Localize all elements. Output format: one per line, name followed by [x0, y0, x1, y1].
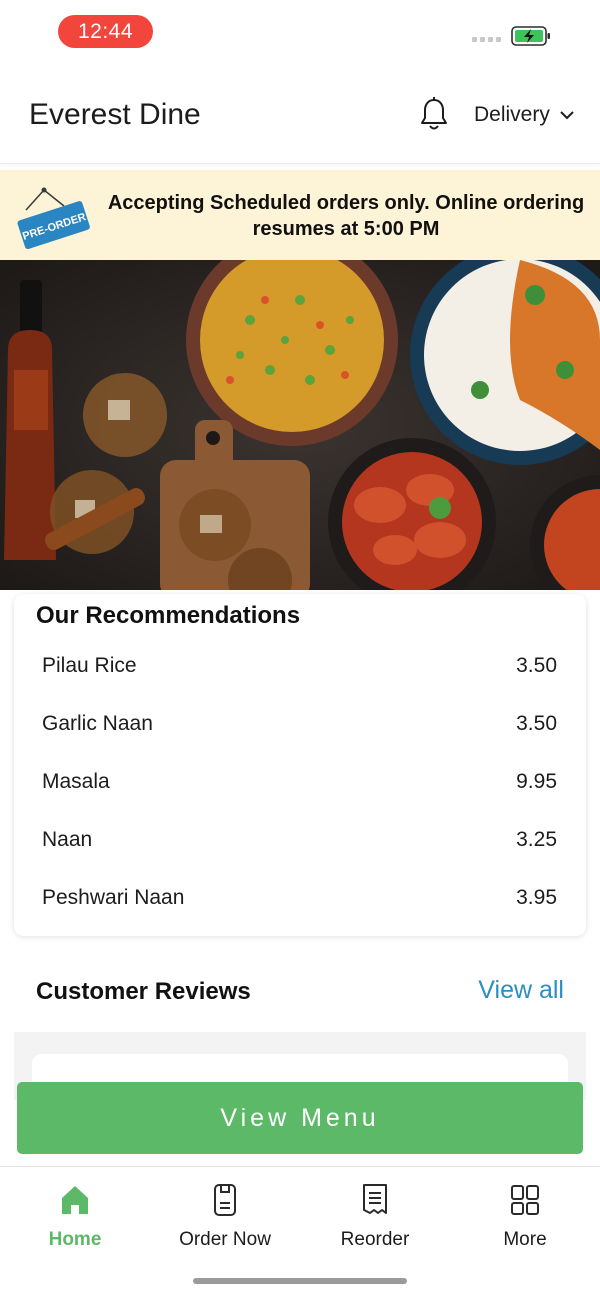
hero-food-illustration: [0, 260, 600, 590]
item-price: 3.95: [516, 886, 557, 909]
home-indicator: [193, 1278, 407, 1284]
chevron-down-icon[interactable]: [559, 109, 575, 121]
tab-reorder[interactable]: Reorder: [300, 1183, 450, 1263]
item-name: Masala: [42, 770, 110, 793]
recommendation-item-masala[interactable]: Masala 9.95: [14, 754, 586, 812]
recommendation-item-garlic-naan[interactable]: Garlic Naan 3.50: [14, 696, 586, 754]
tab-label: Home: [48, 1229, 102, 1250]
item-price: 3.50: [516, 712, 557, 735]
signal-icon: [472, 37, 501, 42]
tab-order-now[interactable]: Order Now: [150, 1183, 300, 1263]
reviews-header: Customer Reviews View all: [14, 950, 586, 1032]
status-bar: 12:44: [0, 0, 600, 62]
recommendation-item-pilau-rice[interactable]: Pilau Rice 3.50: [14, 638, 586, 696]
recommendation-item-peshwari-naan[interactable]: Peshwari Naan 3.95: [14, 870, 586, 928]
view-all-reviews-link[interactable]: View all: [478, 976, 564, 1005]
tab-label: More: [503, 1229, 547, 1250]
view-menu-button[interactable]: View Menu: [17, 1082, 583, 1154]
reviews-title: Customer Reviews: [36, 978, 251, 1005]
bell-icon[interactable]: [418, 96, 450, 132]
hero-food-image: [0, 260, 600, 590]
app-header: Everest Dine Delivery: [0, 62, 600, 164]
tab-more[interactable]: More: [450, 1183, 600, 1263]
recommendations-list: Pilau Rice 3.50 Garlic Naan 3.50 Masala …: [14, 638, 586, 928]
status-time: 12:44: [58, 15, 153, 48]
tab-label: Reorder: [340, 1229, 410, 1250]
item-name: Pilau Rice: [42, 654, 137, 677]
customer-reviews-section: Customer Reviews View all: [14, 950, 586, 1100]
order-icon: [214, 1184, 236, 1216]
notice-message: Accepting Scheduled orders only. Online …: [107, 192, 585, 240]
tab-home[interactable]: Home: [0, 1183, 150, 1263]
delivery-mode-selector[interactable]: Delivery: [474, 103, 550, 127]
battery-icon: [511, 26, 550, 46]
recommendations-title: Our Recommendations: [36, 602, 301, 629]
app-title: Everest Dine: [29, 98, 201, 131]
item-name: Garlic Naan: [42, 712, 153, 735]
item-name: Naan: [42, 828, 93, 851]
item-name: Peshwari Naan: [42, 886, 185, 909]
preorder-sign-icon: PRE-ORDER: [17, 187, 90, 250]
receipt-icon: [363, 1184, 387, 1214]
item-price: 3.50: [516, 654, 557, 677]
item-price: 9.95: [516, 770, 557, 793]
home-icon: [62, 1186, 88, 1214]
item-price: 3.25: [516, 828, 557, 851]
grid-icon: [511, 1185, 539, 1215]
recommendation-item-naan[interactable]: Naan 3.25: [14, 812, 586, 870]
tab-label: Order Now: [179, 1229, 271, 1250]
recommendations-card: Our Recommendations Pilau Rice 3.50 Garl…: [14, 594, 586, 936]
